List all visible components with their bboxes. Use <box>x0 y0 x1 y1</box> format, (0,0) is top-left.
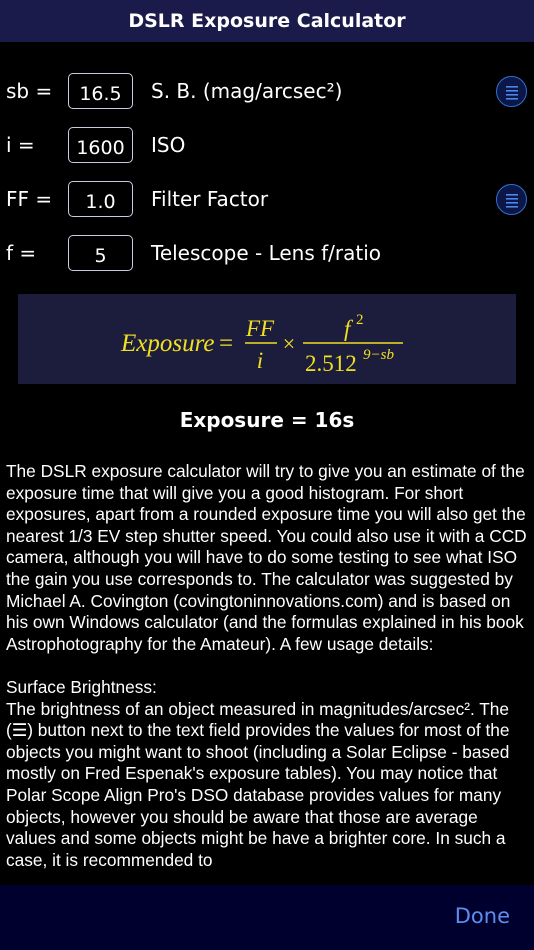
ff-list-button[interactable] <box>496 184 527 215</box>
sb-label: sb = <box>6 79 53 103</box>
exposure-result: Exposure = 16s <box>179 408 355 432</box>
description-paragraph-2: The brightness of an object measured in … <box>6 698 510 870</box>
iso-input[interactable] <box>68 127 133 163</box>
formula-box: Exposure = FF i × f 2 2.512 9−sb <box>18 294 516 384</box>
exposure-formula: Exposure = FF i × f 2 2.512 9−sb <box>120 312 403 376</box>
fratio-description: Telescope - Lens f/ratio <box>151 241 382 265</box>
formula-lhs: Exposure <box>120 330 215 357</box>
formula-i: i <box>257 348 263 373</box>
list-icon <box>505 193 518 208</box>
ff-row: FF = Filter Factor <box>0 181 534 217</box>
sb-input[interactable] <box>68 73 133 109</box>
section-heading: Surface Brightness: <box>6 676 157 697</box>
description-paragraph: The DSLR exposure calculator will try to… <box>6 461 527 654</box>
sb-row: sb = S. B. (mag/arcsec²) <box>0 73 534 109</box>
formula-f: f <box>344 316 354 341</box>
description-text: The DSLR exposure calculator will try to… <box>6 461 530 885</box>
fratio-label: f = <box>6 241 37 265</box>
formula-base: 2.512 <box>305 351 357 376</box>
formula-times: × <box>283 331 295 356</box>
done-button[interactable]: Done <box>455 904 510 928</box>
ff-description: Filter Factor <box>151 187 269 211</box>
fratio-row: f = Telescope - Lens f/ratio <box>0 235 534 271</box>
iso-description: ISO <box>151 133 186 157</box>
ff-input[interactable] <box>68 181 133 217</box>
sb-list-button[interactable] <box>496 76 527 107</box>
nav-bar: DSLR Exposure Calculator <box>0 0 534 42</box>
page-title: DSLR Exposure Calculator <box>128 10 406 32</box>
iso-label: i = <box>6 133 35 157</box>
sb-description: S. B. (mag/arcsec²) <box>151 79 343 103</box>
formula-ff: FF <box>245 316 275 341</box>
iso-row: i = ISO <box>0 127 534 163</box>
ff-label: FF = <box>6 187 53 211</box>
fratio-input[interactable] <box>68 235 133 271</box>
formula-equals: = <box>219 330 233 357</box>
list-icon <box>505 85 518 100</box>
formula-exponent: 9−sb <box>363 347 394 363</box>
bottom-toolbar: Done <box>0 885 534 950</box>
formula-f-exponent: 2 <box>356 312 364 328</box>
